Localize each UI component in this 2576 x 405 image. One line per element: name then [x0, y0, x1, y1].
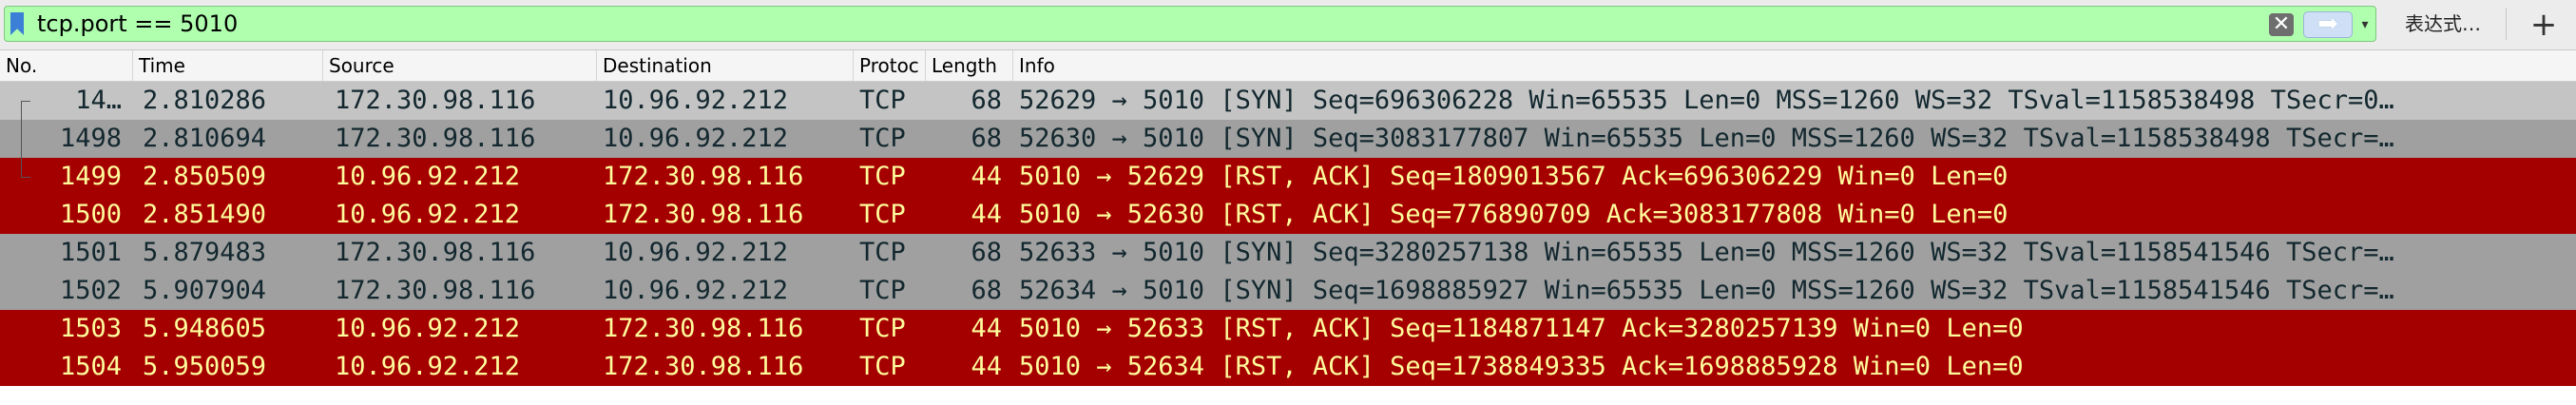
packet-list-header: No. Time Source Destination Protoc Lengt… [0, 50, 2576, 82]
cell-destination: 10.96.92.212 [603, 276, 789, 305]
column-header-destination[interactable]: Destination [597, 50, 854, 81]
cell-time: 2.851490 [143, 200, 267, 229]
cell-no: 14… [75, 86, 122, 115]
packet-row[interactable]: 14… 2.810286 172.30.98.116 10.96.92.212 TCP 6… [0, 82, 2576, 120]
cell-info: 5010 → 52633 [RST, ACK] Seq=1184871147 A… [1019, 314, 2024, 343]
packet-row[interactable]: 1501 5.879483 172.30.98.116 10.96.92.212 TCP… [0, 234, 2576, 272]
apply-filter-button[interactable]: ➡ [2303, 11, 2353, 38]
display-filter-box: ✕ ➡ ▾ [4, 6, 2376, 42]
cell-destination: 172.30.98.116 [603, 352, 804, 381]
cell-source: 10.96.92.212 [335, 200, 521, 229]
cell-protocol: TCP [859, 86, 906, 115]
column-header-time[interactable]: Time [133, 50, 323, 81]
cell-protocol: TCP [859, 238, 906, 267]
cell-length: 68 [971, 276, 1002, 305]
conversation-tree-line [10, 158, 30, 196]
cell-protocol: TCP [859, 162, 906, 191]
cell-info: 52629 → 5010 [SYN] Seq=696306228 Win=655… [1019, 86, 2394, 115]
cell-time: 2.850509 [143, 162, 267, 191]
cell-protocol: TCP [859, 352, 906, 381]
cell-no: 1504 [59, 352, 122, 381]
cell-info: 52633 → 5010 [SYN] Seq=3280257138 Win=65… [1019, 238, 2394, 267]
display-filter-input[interactable] [37, 9, 2242, 39]
cell-no: 1501 [59, 238, 122, 267]
cell-no: 1502 [59, 276, 122, 305]
cell-destination: 10.96.92.212 [603, 124, 789, 153]
column-header-no[interactable]: No. [0, 50, 133, 81]
packet-row[interactable]: 1499 2.850509 10.96.92.212 172.30.98.116 TCP… [0, 158, 2576, 196]
cell-time: 5.948605 [143, 314, 267, 343]
cell-source: 172.30.98.116 [335, 276, 536, 305]
cell-info: 52634 → 5010 [SYN] Seq=1698885927 Win=65… [1019, 276, 2394, 305]
packet-list-empty-area [0, 386, 2576, 405]
cell-no: 1499 [59, 162, 122, 191]
cell-info: 5010 → 52634 [RST, ACK] Seq=1738849335 A… [1019, 352, 2024, 381]
cell-destination: 172.30.98.116 [603, 314, 804, 343]
cell-protocol: TCP [859, 200, 906, 229]
cell-destination: 10.96.92.212 [603, 238, 789, 267]
cell-source: 10.96.92.212 [335, 352, 521, 381]
conversation-tree-line [10, 82, 30, 120]
cell-no: 1503 [59, 314, 122, 343]
cell-time: 5.950059 [143, 352, 267, 381]
cell-no: 1498 [59, 124, 122, 153]
clear-x-icon: ✕ [2272, 12, 2291, 36]
chevron-down-icon: ▾ [2361, 17, 2369, 32]
cell-destination: 10.96.92.212 [603, 86, 789, 115]
cell-destination: 172.30.98.116 [603, 200, 804, 229]
cell-protocol: TCP [859, 124, 906, 153]
toolbar-separator [2506, 8, 2507, 40]
column-header-protocol[interactable]: Protoc [854, 50, 926, 81]
cell-time: 5.907904 [143, 276, 267, 305]
cell-length: 68 [971, 124, 1002, 153]
cell-time: 2.810694 [143, 124, 267, 153]
cell-destination: 172.30.98.116 [603, 162, 804, 191]
cell-info: 52630 → 5010 [SYN] Seq=3083177807 Win=65… [1019, 124, 2394, 153]
cell-protocol: TCP [859, 314, 906, 343]
cell-source: 172.30.98.116 [335, 86, 536, 115]
clear-filter-button[interactable]: ✕ [2269, 13, 2294, 36]
cell-source: 10.96.92.212 [335, 162, 521, 191]
cell-length: 44 [971, 352, 1002, 381]
cell-length: 68 [971, 238, 1002, 267]
cell-protocol: TCP [859, 276, 906, 305]
cell-source: 172.30.98.116 [335, 238, 536, 267]
packet-row[interactable]: 1504 5.950059 10.96.92.212 172.30.98.116 TCP… [0, 348, 2576, 386]
cell-length: 68 [971, 86, 1002, 115]
cell-source: 10.96.92.212 [335, 314, 521, 343]
expression-button[interactable]: 表达式… [2386, 6, 2500, 42]
cell-source: 172.30.98.116 [335, 124, 536, 153]
packet-row[interactable]: 1500 2.851490 10.96.92.212 172.30.98.116 TCP… [0, 196, 2576, 234]
cell-length: 44 [971, 314, 1002, 343]
arrow-right-icon: ➡ [2317, 10, 2338, 38]
column-header-length[interactable]: Length [926, 50, 1013, 81]
cell-info: 5010 → 52629 [RST, ACK] Seq=1809013567 A… [1019, 162, 2009, 191]
packet-list: 14… 2.810286 172.30.98.116 10.96.92.212 TCP 6… [0, 82, 2576, 386]
cell-info: 5010 → 52630 [RST, ACK] Seq=776890709 Ac… [1019, 200, 2009, 229]
packet-row[interactable]: 1502 5.907904 172.30.98.116 10.96.92.212 TCP… [0, 272, 2576, 310]
packet-row[interactable]: 1503 5.948605 10.96.92.212 172.30.98.116 TCP… [0, 310, 2576, 348]
display-filter-toolbar: ✕ ➡ ▾ 表达式… + [0, 0, 2576, 50]
recent-filters-dropdown[interactable]: ▾ [2356, 14, 2374, 35]
cell-no: 1500 [59, 200, 122, 229]
cell-time: 2.810286 [143, 86, 267, 115]
cell-length: 44 [971, 200, 1002, 229]
packet-row[interactable]: 1498 2.810694 172.30.98.116 10.96.92.212 TCP… [0, 120, 2576, 158]
column-header-source[interactable]: Source [323, 50, 597, 81]
column-header-info[interactable]: Info [1013, 50, 2576, 81]
conversation-tree-line [10, 120, 29, 158]
cell-length: 44 [971, 162, 1002, 191]
filter-bookmark-icon[interactable] [10, 12, 24, 35]
cell-time: 5.879483 [143, 238, 267, 267]
add-filter-button-icon[interactable]: + [2523, 4, 2565, 46]
